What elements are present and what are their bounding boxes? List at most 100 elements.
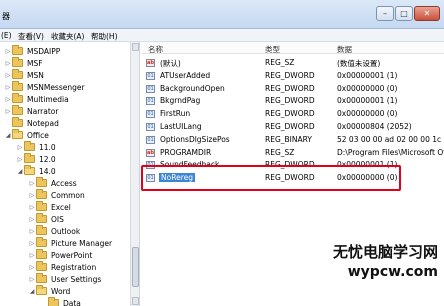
collapse-arrow-icon[interactable]: ◢: [28, 288, 36, 295]
expand-arrow-icon[interactable]: ▷: [16, 144, 24, 151]
tree-node-label: Picture Manager: [51, 238, 113, 248]
tree-node-label: 14.0: [39, 166, 56, 176]
expand-arrow-icon[interactable]: ▷: [28, 276, 36, 283]
tree-node[interactable]: ▷ Multimedia: [4, 93, 69, 105]
tree-node[interactable]: ◢ Word: [28, 285, 70, 297]
expand-arrow-icon[interactable]: ▷: [4, 72, 12, 79]
tree-node[interactable]: ▷ MSDAIPP: [4, 45, 60, 57]
header-data[interactable]: 数据: [337, 44, 352, 55]
collapse-arrow-icon[interactable]: ◢: [4, 132, 12, 139]
expand-arrow-icon[interactable]: ▷: [4, 96, 12, 103]
tree-node-label: Data: [63, 298, 81, 306]
tree-node[interactable]: ▷ 11.0: [16, 141, 56, 153]
value-type: REG_DWORD: [265, 109, 315, 119]
close-button[interactable]: ✕: [414, 6, 440, 21]
expand-arrow-icon[interactable]: ▷: [4, 84, 12, 91]
list-row[interactable]: 01 ATUserAdded REG_DWORD 0x00000001 (1): [141, 70, 444, 82]
tree-node-label: MSF: [27, 58, 43, 68]
tree-node[interactable]: ▷ Excel: [28, 201, 71, 213]
collapse-arrow-icon[interactable]: ◢: [16, 168, 24, 175]
tree-node-label: Narrator: [27, 106, 59, 116]
menu-edit[interactable]: (E): [1, 31, 12, 40]
binary-icon: 01: [146, 97, 155, 106]
tree-node-label: Registration: [51, 262, 97, 272]
expand-arrow-icon[interactable]: ▷: [28, 240, 36, 247]
expand-arrow-icon[interactable]: ▷: [16, 156, 24, 163]
folder-icon: [36, 177, 47, 187]
list-header: 名称 类型 数据: [141, 42, 444, 54]
scroll-up-button[interactable]: [132, 43, 139, 51]
value-name: BkgrndPag: [160, 96, 201, 106]
tree-node-label: Excel: [51, 202, 71, 212]
scroll-down-button[interactable]: [132, 297, 139, 305]
value-data: 0x00000000 (0): [337, 83, 398, 93]
tree-node[interactable]: ▷ Access: [28, 177, 77, 189]
list-row[interactable]: 01 BkgrndPag REG_DWORD 0x00000001 (1): [141, 95, 444, 107]
expand-arrow-icon[interactable]: ▷: [28, 228, 36, 235]
tree-node[interactable]: ▷ 12.0: [16, 153, 56, 165]
tree-node-label: Word: [51, 286, 71, 296]
expand-arrow-icon[interactable]: ▷: [28, 180, 36, 187]
menu-favorites[interactable]: 收藏夹(A): [51, 31, 84, 42]
folder-icon: [36, 261, 47, 271]
folder-icon: [12, 93, 23, 103]
window-controls: – □ ✕: [376, 6, 440, 21]
tree-node[interactable]: Notepad: [4, 117, 59, 129]
value-name: OptionsDlgSizePos: [160, 134, 230, 144]
tree-node[interactable]: ◢ Office: [4, 129, 49, 141]
tree-node[interactable]: Data: [40, 297, 81, 306]
folder-icon: [12, 129, 23, 139]
folder-icon: [12, 45, 23, 55]
expand-arrow-icon[interactable]: ▷: [28, 252, 36, 259]
minimize-button[interactable]: –: [376, 6, 394, 21]
header-type[interactable]: 类型: [265, 44, 280, 55]
list-row[interactable]: 01 LastUILang REG_DWORD 0x00000804 (2052): [141, 121, 444, 133]
menu-help[interactable]: 帮助(H): [91, 31, 118, 42]
tree-node[interactable]: ▷ Registration: [28, 261, 96, 273]
tree-node[interactable]: ▷ Picture Manager: [28, 237, 112, 249]
expand-arrow-icon[interactable]: ▷: [28, 192, 36, 199]
tree-node[interactable]: ▷ Outlook: [28, 225, 80, 237]
expand-arrow-icon[interactable]: ▷: [4, 60, 12, 67]
expand-arrow-icon[interactable]: ▷: [4, 108, 12, 115]
value-data: D:\Program Files\Microsoft Of: [337, 147, 444, 157]
value-type: REG_DWORD: [265, 122, 315, 131]
binary-icon: 01: [146, 135, 155, 144]
tree-node[interactable]: ▷ MSNMessenger: [4, 81, 85, 93]
expand-arrow-icon[interactable]: ▷: [28, 204, 36, 211]
menu-view[interactable]: 查看(V): [18, 31, 44, 42]
folder-icon: [12, 69, 23, 79]
folder-icon: [12, 105, 23, 115]
watermark-line1: 无忧电脑学习网: [332, 243, 438, 261]
list-row[interactable]: 01 FirstRun REG_DWORD 0x00000000 (0): [141, 108, 444, 120]
value-data: 0x00000001 (1): [337, 70, 398, 80]
maximize-button[interactable]: □: [395, 6, 413, 21]
tree-node[interactable]: ◢ 14.0: [16, 165, 56, 177]
expand-arrow-icon[interactable]: ▷: [4, 48, 12, 55]
list-row[interactable]: 01 OptionsDlgSizePos REG_BINARY 52 03 00 00…: [141, 134, 444, 146]
expand-arrow-icon[interactable]: ▷: [28, 264, 36, 271]
tree-node[interactable]: ▷ MSF: [4, 57, 43, 69]
tree-node-label: PowerPoint: [51, 250, 93, 260]
header-name[interactable]: 名称: [148, 44, 163, 55]
scroll-thumb[interactable]: [132, 247, 139, 287]
tree-node[interactable]: ▷ User Settings: [28, 273, 101, 285]
tree-node[interactable]: ▷ Common: [28, 189, 85, 201]
list-row[interactable]: ab PROGRAMDIR REG_SZ D:\Program Files\Micro…: [141, 147, 444, 159]
menu-bar: (E) 查看(V) 收藏夹(A) 帮助(H): [0, 29, 444, 42]
value-name: LastUILang: [160, 122, 202, 131]
list-row[interactable]: 01 BackgroundOpen REG_DWORD 0x00000000 (0): [141, 83, 444, 95]
folder-icon: [36, 201, 47, 211]
tree-node[interactable]: ▷ OIS: [28, 213, 64, 225]
tree-node[interactable]: ▷ Narrator: [4, 105, 58, 117]
string-icon: ab: [146, 148, 155, 157]
list-row[interactable]: ab (默认) REG_SZ (数值未设置): [141, 57, 444, 69]
tree-node[interactable]: ▷ PowerPoint: [28, 249, 92, 261]
expand-arrow-icon[interactable]: ▷: [28, 216, 36, 223]
tree-node-label: Common: [51, 190, 85, 200]
value-data: (数值未设置): [337, 59, 381, 68]
tree-node[interactable]: ▷ MSN: [4, 69, 44, 81]
tree-scrollbar[interactable]: [131, 42, 140, 306]
value-type: REG_DWORD: [265, 70, 315, 80]
tree-node-label: 12.0: [39, 154, 56, 164]
